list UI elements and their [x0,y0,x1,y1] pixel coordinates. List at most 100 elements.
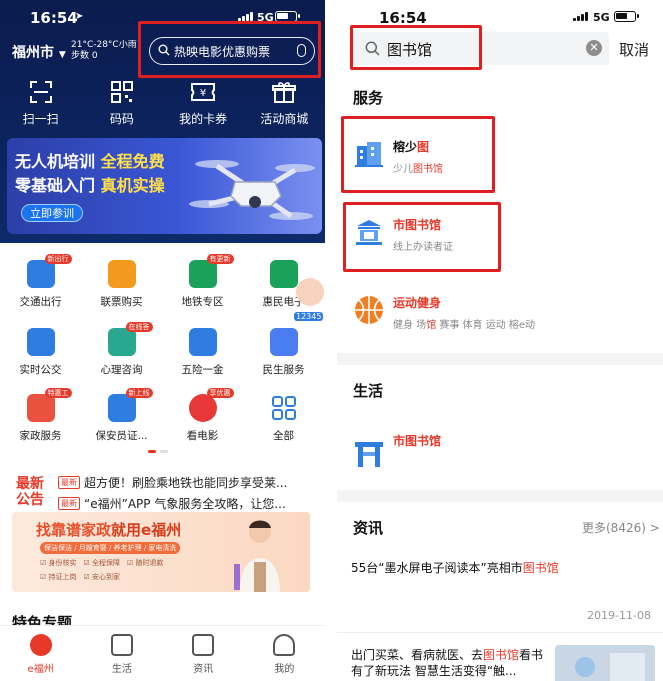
bus-icon: 新出行 [26,254,72,288]
highlight-search-query [350,25,482,70]
service-security-cert[interactable]: 新上线 保安员证... [81,388,162,443]
quick-qrcode[interactable]: 码码 [87,80,157,127]
service-counseling[interactable]: 在线答 心理咨询 [81,322,162,377]
basketball-icon [355,296,383,324]
life-icon [110,634,133,656]
qrcode-icon [110,81,133,103]
service-label: 交通出行 [19,296,62,308]
announcement-text: “e福州”APP 气象服务全攻略，让您... [84,497,286,511]
user-icon [273,634,296,656]
grid-icon [270,394,298,422]
tram-icon [269,260,298,288]
tab-mine[interactable]: 我的 [254,626,314,681]
service-sub-text: 赛事 体育 运动 榕e动 [436,320,536,331]
article-separator [337,632,663,633]
service-title: 市图书馆 [393,432,441,449]
article-text: 55台“墨水屏电子阅读本”亮相市 [351,561,523,575]
ad-check: 身份核实 [48,559,77,567]
quick-scan-label: 扫一扫 [22,112,59,126]
city-name: 福州市 [12,45,54,61]
clear-icon[interactable]: ✕ [586,40,602,56]
service-sub-text: 健身 场 [393,320,427,331]
bus-realtime-icon [26,328,55,356]
service-label: 地铁专区 [181,296,224,308]
gate-icon [355,442,383,467]
film-reel-icon: 享优惠 [188,388,234,422]
news-article[interactable]: 55台“墨水屏电子阅读本”亮相市图书馆 [351,560,651,576]
broom-icon: 特惠工 [26,388,72,422]
service-label: 心理咨询 [100,364,143,376]
train-icon [107,260,136,288]
life-section-title: 生活 [353,382,384,400]
service-title: 运动健身 [393,294,441,311]
service-tag: 享优惠 [206,388,234,398]
news-more-link[interactable]: 更多(8426) > [582,519,660,536]
tab-label: 资讯 [193,664,214,675]
city-selector[interactable]: 福州市 ▼ [12,42,66,62]
service-label: 联票购买 [100,296,143,308]
drone-training-banner[interactable]: 无人机培训 全程免费 零基础入门 真机实操 立即参训 [7,138,322,234]
banner-line1: 无人机培训 全程免费 [15,148,165,172]
svg-text:¥: ¥ [200,88,206,99]
gift-icon [272,82,297,103]
status-time: 16:54 [30,9,78,27]
service-tag: 有更新 [206,254,234,264]
news-article[interactable]: 出门买菜、看病就医、去图书馆看书有了新玩法 智慧生活变得“触... [351,647,547,679]
service-label: 保安员证... [95,430,148,442]
service-metro[interactable]: 有更新 地铁专区 [162,254,243,309]
assistant-avatar[interactable] [296,278,324,306]
service-realtime-bus[interactable]: 实时公交 [0,328,81,377]
service-sub-highlight: 馆 [426,320,437,331]
ad-title-b: 就用e福州 [111,521,182,539]
right-screen: 16:54 5G 图书馆 ✕ 取消 服务 榕少图 少儿图书馆 市图书馆 线上办读… [337,0,663,681]
home-logo-icon [29,634,52,656]
housekeeper-illustration [234,520,280,592]
service-movies[interactable]: 享优惠 看电影 [162,388,243,443]
highlight-children-library [341,116,495,193]
quick-qrcode-label: 码码 [109,112,134,126]
metro-icon: 有更新 [188,254,234,288]
tab-life[interactable]: 生活 [92,626,152,681]
tab-news[interactable]: 资讯 [173,626,233,681]
step-count: 步数 0 [71,51,98,61]
article-thumbnail[interactable] [555,645,655,681]
banner-line1-a: 无人机培训 [15,152,96,171]
service-subtitle: 健身 场馆 赛事 体育 运动 榕e动 [393,316,535,331]
quick-scan[interactable]: 扫一扫 [6,80,76,127]
service-combo-ticket[interactable]: 联票购买 [81,260,162,309]
article-highlight: 图书馆 [522,561,559,575]
hotline-badge[interactable]: 12345 [294,312,324,321]
service-label: 全部 [273,430,294,442]
announcement-item[interactable]: 最新 “e福州”APP 气象服务全攻略，让您... [58,495,316,512]
service-traffic[interactable]: 新出行 交通出行 [0,254,81,309]
guard-icon: 新上线 [107,388,153,422]
quick-coupons-label: 我的卡券 [179,112,228,126]
service-livelihood[interactable]: 民生服务 [243,328,324,377]
battery-icon [614,11,639,22]
quick-actions: 扫一扫 码码 ¥ 我的卡券 活动商城 [0,80,325,127]
quick-coupons[interactable]: ¥ 我的卡券 [168,80,238,127]
announcement-label: 最新公告 [16,476,44,508]
announcement-tag: 最新 [58,497,80,510]
caret-down-icon: ▼ [58,50,66,60]
service-all[interactable]: 全部 [243,394,324,443]
cancel-button[interactable]: 取消 [619,39,649,60]
article-text: 出门买菜、看病就医、去 [351,648,484,662]
quick-mall[interactable]: 活动商城 [249,80,319,127]
banner-join-button[interactable]: 立即参训 [21,204,83,222]
service-insurance[interactable]: 五险一金 [162,328,243,377]
banner-line2-a: 零基础入门 [15,176,96,195]
services-section-title: 服务 [353,89,384,107]
weather-info[interactable]: 21°C-28°C小雨 步数 0 [71,40,141,62]
housekeeping-ad[interactable]: 找靠谱家政就用e福州 保洁保洁 / 月嫂育婴 / 养老护理 / 家电清洗 ☑ 身… [12,512,310,592]
announcement-item[interactable]: 最新 超方便！刷脸乘地铁也能同步享受莱... [58,474,316,491]
service-housekeeping[interactable]: 特惠工 家政服务 [0,388,81,443]
service-label: 民生服务 [262,364,305,376]
ticket-icon: ¥ [191,83,216,101]
ad-checks-row1: ☑ 身份核实 ☑ 全程保障 ☑ 随时退款 [40,559,164,567]
news-section-title: 资讯 [353,519,384,537]
banner-line2-b: 真机实操 [95,176,165,195]
service-label: 看电影 [186,430,219,442]
page-indicator [148,450,168,453]
tab-home[interactable]: e福州 [11,626,71,681]
